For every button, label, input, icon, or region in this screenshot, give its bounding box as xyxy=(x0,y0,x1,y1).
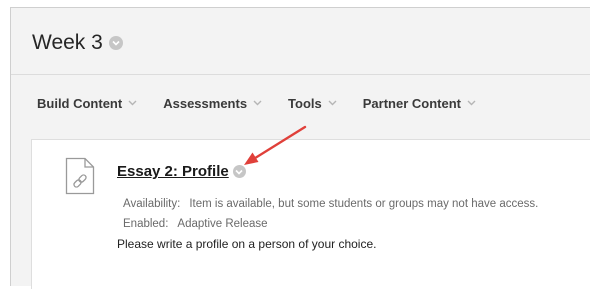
course-frame: Week 3 Build Content Assessments Tools P… xyxy=(10,7,590,289)
item-options-chevron-icon[interactable] xyxy=(232,165,246,178)
header-divider xyxy=(11,74,590,75)
item-title-row: Essay 2: Profile xyxy=(117,163,246,180)
partner-content-label: Partner Content xyxy=(362,95,461,111)
page-title: Week 3 xyxy=(32,31,103,54)
enabled-label: Enabled: xyxy=(123,218,169,230)
chevron-down-icon xyxy=(128,100,137,106)
availability-value: Item is available, but some students or … xyxy=(189,198,539,210)
page-options-chevron-icon[interactable] xyxy=(108,36,123,50)
availability-label: Availability: xyxy=(123,198,181,210)
tools-menu[interactable]: Tools xyxy=(288,96,337,111)
content-item: Essay 2: Profile Availability: Item is av… xyxy=(31,139,590,289)
page-header: Week 3 xyxy=(32,30,123,56)
chevron-down-icon xyxy=(253,100,262,106)
build-content-label: Build Content xyxy=(37,95,123,111)
link-document-icon xyxy=(65,157,95,195)
enabled-info: Enabled: Adaptive Release xyxy=(123,218,268,230)
build-content-menu[interactable]: Build Content xyxy=(37,96,137,111)
chevron-down-icon xyxy=(328,100,337,106)
availability-info: Availability: Item is available, but some… xyxy=(123,198,538,210)
assessments-label: Assessments xyxy=(163,95,248,111)
action-toolbar: Build Content Assessments Tools Partner … xyxy=(37,93,502,113)
partner-content-menu[interactable]: Partner Content xyxy=(363,96,476,111)
chevron-down-icon xyxy=(467,100,476,106)
item-description: Please write a profile on a person of yo… xyxy=(117,237,377,251)
enabled-value: Adaptive Release xyxy=(177,218,268,230)
tools-label: Tools xyxy=(288,95,322,111)
assessments-menu[interactable]: Assessments xyxy=(163,96,262,111)
item-title-link[interactable]: Essay 2: Profile xyxy=(117,163,229,180)
